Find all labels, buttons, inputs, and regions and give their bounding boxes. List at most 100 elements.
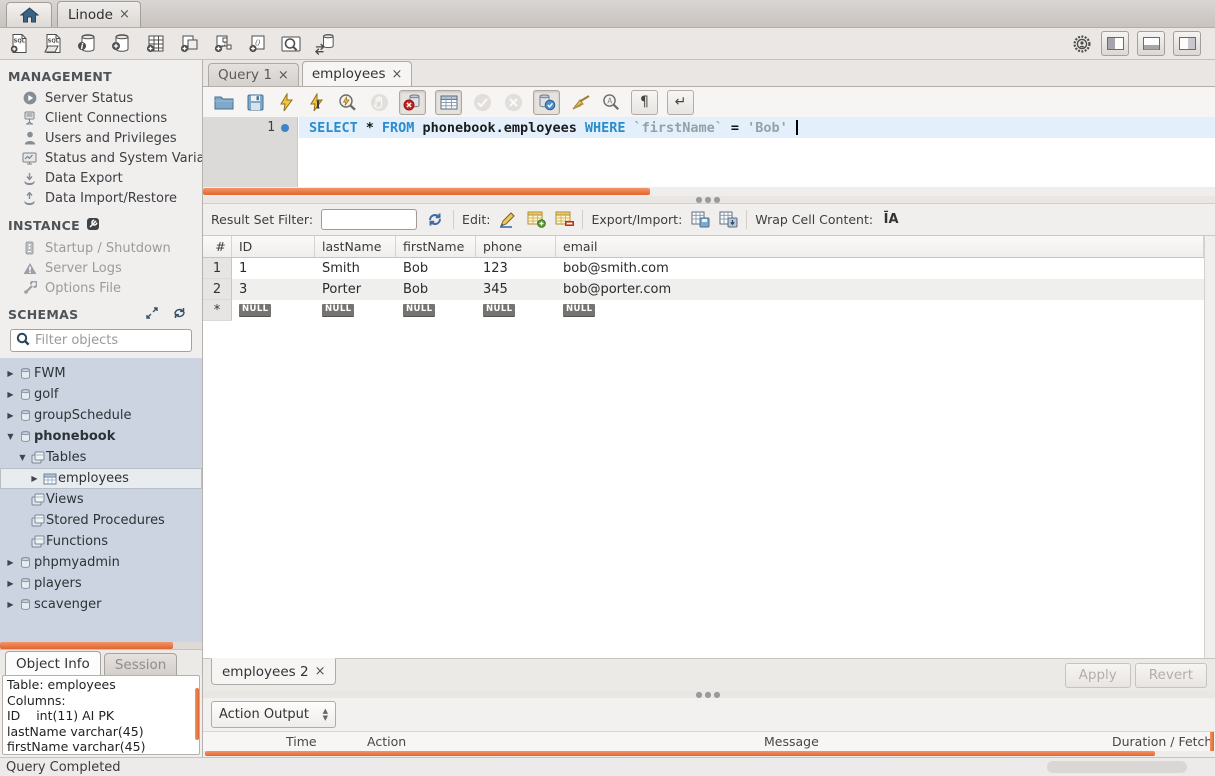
cell-email[interactable]: bob@porter.com (556, 279, 1204, 300)
inspect-database-icon[interactable]: i (76, 33, 98, 55)
close-icon[interactable]: × (392, 68, 403, 81)
sidebar-horizontal-scrollbar[interactable] (0, 642, 202, 649)
row-number[interactable]: 1 (203, 258, 232, 279)
chevron-right-icon[interactable]: ▶ (28, 474, 41, 483)
execute-query-icon[interactable] (275, 91, 297, 113)
toggle-word-wrap-button[interactable]: ↵ (667, 90, 694, 115)
chevron-right-icon[interactable]: ▶ (4, 600, 17, 609)
cell-firstname[interactable]: Bob (396, 279, 476, 300)
explain-query-icon[interactable] (337, 91, 359, 113)
create-procedure-icon[interactable] (212, 33, 234, 55)
save-icon[interactable] (244, 91, 266, 113)
tab-query-1[interactable]: Query 1 × (208, 63, 299, 86)
sql-statement[interactable]: SELECT * FROM phonebook.employees WHERE … (309, 117, 798, 138)
chevron-right-icon[interactable]: ▶ (4, 558, 17, 567)
find-icon[interactable]: A (600, 91, 622, 113)
export-recordset-icon[interactable] (690, 210, 710, 230)
scrollbar-thumb[interactable] (1210, 732, 1214, 751)
results-output-splitter[interactable]: ●●● (203, 691, 1215, 698)
null-badge[interactable]: NULL (403, 304, 435, 317)
tab-object-info[interactable]: Object Info (5, 651, 101, 675)
grid-vertical-scrollbar[interactable] (1204, 236, 1215, 658)
tree-item-schema[interactable]: ▶ FWM (0, 363, 202, 384)
toggle-autocommit-button[interactable] (533, 90, 560, 115)
null-badge[interactable]: NULL (322, 304, 354, 317)
rollback-icon[interactable] (502, 91, 524, 113)
revert-button[interactable]: Revert (1135, 663, 1207, 688)
close-icon[interactable]: × (119, 8, 130, 21)
tree-item-schema-phonebook[interactable]: ▼ phonebook (0, 426, 202, 447)
output-col-action[interactable]: Action (361, 732, 758, 751)
data-transfer-icon[interactable] (314, 33, 336, 55)
create-view-icon[interactable] (178, 33, 200, 55)
cell-email[interactable]: bob@smith.com (556, 258, 1204, 279)
settings-gear-icon[interactable] (1071, 33, 1093, 55)
stop-query-icon[interactable] (368, 91, 390, 113)
tree-item-schema[interactable]: ▶ groupSchedule (0, 405, 202, 426)
sidebar-item-data-export[interactable]: Data Export (0, 168, 202, 188)
refresh-schemas-icon[interactable] (173, 307, 186, 322)
sql-code-editor[interactable]: 1 SELECT * FROM phonebook.employees WHER… (203, 117, 1215, 187)
cell-firstname[interactable]: Bob (396, 258, 476, 279)
new-sql-tab-icon[interactable]: SQL (8, 33, 30, 55)
apply-button[interactable]: Apply (1065, 663, 1131, 688)
scrollbar-thumb[interactable] (195, 688, 199, 740)
edit-pencil-icon[interactable] (498, 210, 518, 230)
open-file-icon[interactable] (213, 91, 235, 113)
sidebar-item-status-system-variables[interactable]: Status and System Variables (0, 148, 202, 168)
row-number[interactable]: 2 (203, 279, 232, 300)
open-sql-script-icon[interactable]: SQL (42, 33, 64, 55)
column-header-phone[interactable]: phone (476, 236, 556, 257)
output-col-message[interactable]: Message (758, 732, 1106, 751)
show-invisibles-button[interactable]: ¶ (631, 90, 658, 115)
cell-phone[interactable]: 345 (476, 279, 556, 300)
scrollbar-thumb[interactable] (205, 751, 1155, 756)
tab-result-employees-2[interactable]: employees 2 × (211, 658, 336, 685)
tree-item-tables[interactable]: ▼ Tables (0, 447, 202, 468)
connection-tab[interactable]: Linode × (57, 1, 141, 27)
toggle-right-panel-button[interactable] (1173, 31, 1201, 56)
column-header-rownum[interactable]: # (203, 236, 232, 257)
null-badge[interactable]: NULL (483, 304, 515, 317)
beautify-script-icon[interactable] (569, 91, 591, 113)
sidebar-item-server-status[interactable]: Server Status (0, 88, 202, 108)
search-table-data-icon[interactable] (280, 33, 302, 55)
sidebar-item-client-connections[interactable]: Client Connections (0, 108, 202, 128)
add-row-icon[interactable] (526, 210, 546, 230)
result-filter-input[interactable] (321, 209, 417, 230)
chevron-right-icon[interactable]: ▶ (4, 390, 17, 399)
create-function-icon[interactable]: () (246, 33, 268, 55)
scrollbar-thumb[interactable] (203, 188, 650, 195)
tree-item-stored-procedures[interactable]: Stored Procedures (0, 510, 202, 531)
scrollbar-thumb[interactable] (0, 642, 173, 649)
tree-item-schema[interactable]: ▶ players (0, 573, 202, 594)
chevron-down-icon[interactable]: ▼ (4, 432, 17, 441)
create-table-icon[interactable] (144, 33, 166, 55)
chevron-down-icon[interactable]: ▼ (16, 453, 29, 462)
schema-filter-input[interactable] (35, 333, 205, 348)
cell-phone[interactable]: 123 (476, 258, 556, 279)
close-icon[interactable]: × (315, 665, 326, 678)
import-records-icon[interactable] (718, 210, 738, 230)
sidebar-item-options-file[interactable]: Options File (0, 278, 202, 298)
sidebar-item-server-logs[interactable]: Server Logs (0, 258, 202, 278)
column-header-lastname[interactable]: lastName (315, 236, 396, 257)
chevron-right-icon[interactable]: ▶ (4, 369, 17, 378)
expand-panel-icon[interactable] (146, 307, 158, 322)
sidebar-item-data-import[interactable]: Data Import/Restore (0, 188, 202, 208)
home-tab[interactable] (6, 2, 52, 27)
output-type-select[interactable]: Action Output ▲▼ (211, 701, 336, 728)
output-col-duration[interactable]: Duration / Fetch (1106, 732, 1215, 751)
commit-icon[interactable] (471, 91, 493, 113)
refresh-icon[interactable] (425, 210, 445, 230)
column-header-id[interactable]: ID (232, 236, 315, 257)
tab-session[interactable]: Session (104, 653, 178, 675)
tree-item-functions[interactable]: Functions (0, 531, 202, 552)
null-badge[interactable]: NULL (239, 304, 271, 317)
wrap-cell-content-icon[interactable]: ĪA (881, 210, 901, 230)
tree-item-schema[interactable]: ▶ scavenger (0, 594, 202, 615)
editor-results-splitter[interactable]: ●●● (203, 196, 1215, 203)
column-header-firstname[interactable]: firstName (396, 236, 476, 257)
output-col-time[interactable]: Time (280, 732, 361, 751)
toggle-bottom-panel-button[interactable] (1137, 31, 1165, 56)
